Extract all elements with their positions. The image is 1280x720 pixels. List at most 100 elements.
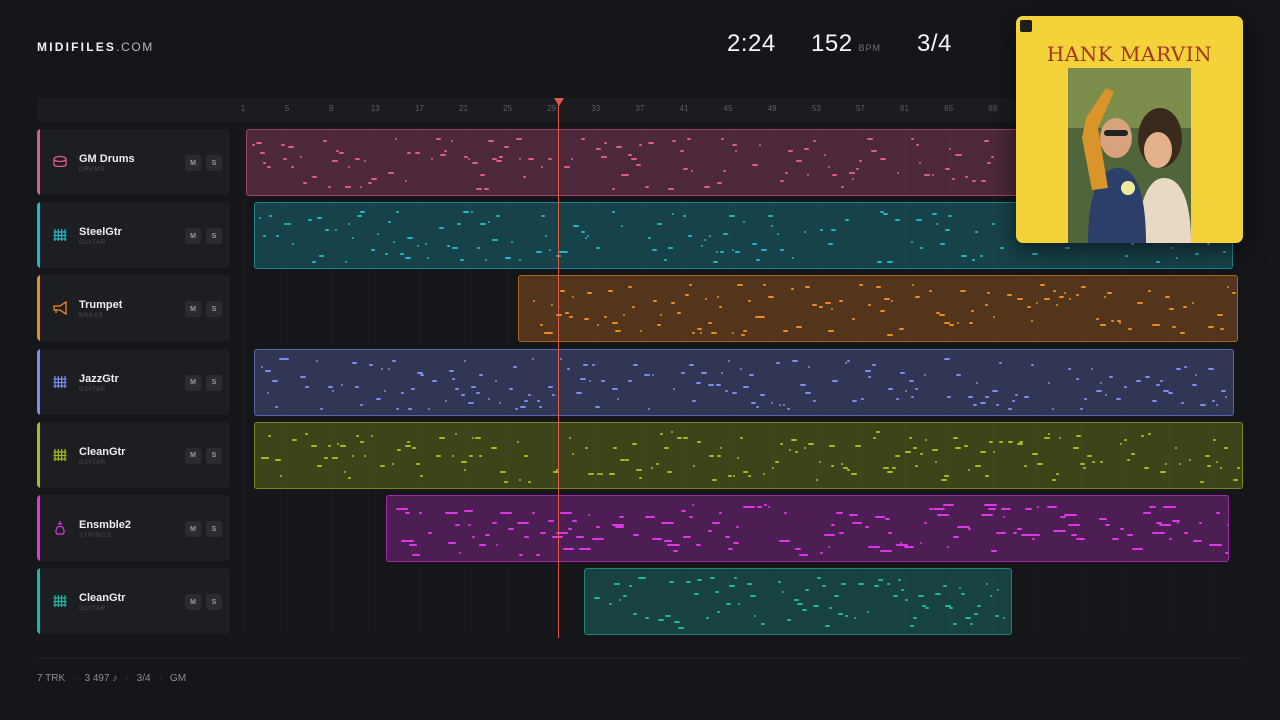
- midi-note: [1155, 383, 1160, 386]
- mute-button[interactable]: M: [185, 521, 201, 537]
- midi-note: [639, 476, 643, 479]
- solo-button[interactable]: S: [206, 301, 222, 318]
- midi-note: [332, 389, 335, 392]
- midi-note: [563, 251, 569, 254]
- midi-note: [460, 460, 467, 463]
- track-header[interactable]: CleanGtr GUITAR M S: [37, 568, 230, 635]
- record-label-logo: [1020, 20, 1032, 32]
- track-header[interactable]: Ensmble2 STRINGS M S: [37, 495, 230, 561]
- midi-note: [925, 607, 930, 610]
- midi-clip[interactable]: [518, 275, 1238, 343]
- track-header[interactable]: JazzGtr GUITAR M S: [37, 348, 230, 415]
- midi-note: [404, 512, 410, 514]
- midi-note: [1027, 306, 1031, 309]
- midi-note: [1035, 302, 1038, 305]
- mute-button[interactable]: M: [185, 301, 201, 318]
- track-header[interactable]: SteelGtr GUITAR M S: [37, 202, 230, 269]
- midi-note: [1175, 367, 1181, 370]
- midi-note: [495, 544, 498, 546]
- midi-note: [1168, 308, 1174, 311]
- midi-note: [495, 379, 498, 382]
- midi-note: [455, 432, 458, 435]
- midi-note: [736, 284, 743, 287]
- solo-button[interactable]: S: [206, 594, 222, 611]
- midi-note: [683, 536, 692, 538]
- midi-note: [479, 544, 487, 546]
- midi-note: [697, 579, 703, 582]
- midi-note: [404, 180, 407, 182]
- midi-note: [928, 290, 932, 293]
- tempo-display: 152 BPM: [811, 30, 881, 58]
- midi-note: [1160, 379, 1164, 382]
- midi-note: [708, 530, 713, 532]
- mute-button[interactable]: M: [185, 594, 201, 611]
- track-category: STRINGS: [79, 533, 112, 539]
- mute-button[interactable]: M: [185, 155, 201, 171]
- midi-note: [999, 361, 1003, 364]
- midi-clip[interactable]: [254, 421, 1243, 489]
- midi-note: [579, 548, 592, 550]
- solo-button[interactable]: S: [206, 228, 222, 245]
- midi-note: [304, 432, 308, 435]
- midi-note: [1135, 379, 1141, 382]
- mute-button[interactable]: M: [185, 374, 201, 391]
- track-header[interactable]: CleanGtr GUITAR M S: [37, 421, 230, 488]
- mute-button[interactable]: M: [185, 228, 201, 245]
- midi-note: [987, 292, 991, 295]
- midi-note: [740, 334, 745, 337]
- midi-note: [1068, 298, 1071, 301]
- midi-note: [980, 255, 983, 258]
- midi-note: [328, 444, 332, 447]
- midi-note: [1063, 292, 1066, 295]
- midi-note: [1048, 381, 1051, 384]
- playhead[interactable]: [558, 100, 559, 638]
- guitar-icon: [51, 226, 69, 244]
- midi-note: [416, 245, 419, 248]
- midi-note: [984, 304, 988, 307]
- midi-note: [580, 377, 587, 380]
- midi-note: [911, 138, 915, 140]
- midi-note: [964, 176, 968, 178]
- logo-brand: MIDIFILES: [37, 40, 117, 54]
- midi-note: [831, 464, 835, 467]
- midi-note: [833, 595, 839, 598]
- midi-clip[interactable]: [584, 568, 1012, 636]
- midi-note: [812, 304, 818, 307]
- midi-note: [548, 249, 551, 252]
- solo-button[interactable]: S: [206, 155, 222, 171]
- midi-note: [924, 438, 927, 441]
- midi-note: [588, 379, 591, 382]
- midi-note: [913, 617, 917, 620]
- midi-note: [587, 292, 593, 295]
- midi-note: [560, 512, 573, 514]
- midi-note: [471, 385, 477, 388]
- midi-note: [592, 363, 596, 366]
- solo-button[interactable]: S: [206, 521, 222, 537]
- midi-note: [920, 452, 924, 455]
- track-header[interactable]: GM Drums DRUMS M S: [37, 129, 230, 195]
- midi-note: [444, 512, 458, 514]
- midi-note: [847, 359, 851, 362]
- playhead-handle[interactable]: [554, 98, 564, 106]
- solo-button[interactable]: S: [206, 447, 222, 464]
- midi-note: [629, 585, 633, 588]
- mute-button[interactable]: M: [185, 447, 201, 464]
- midi-note: [519, 554, 524, 556]
- midi-note: [968, 322, 973, 325]
- midi-note: [692, 504, 695, 506]
- midi-note: [1204, 454, 1210, 457]
- solo-button[interactable]: S: [206, 374, 222, 391]
- midi-note: [1119, 528, 1124, 530]
- midi-note: [1100, 460, 1104, 463]
- midi-clip[interactable]: [254, 348, 1234, 416]
- midi-clip[interactable]: [386, 495, 1229, 562]
- midi-note: [380, 464, 386, 467]
- midi-note: [944, 229, 950, 232]
- midi-note: [678, 627, 685, 630]
- midi-note: [1052, 290, 1056, 293]
- midi-note: [752, 164, 759, 166]
- track-header[interactable]: Trumpet BRASS M S: [37, 275, 230, 342]
- midi-note: [1132, 548, 1144, 550]
- midi-note: [432, 379, 438, 382]
- site-logo[interactable]: MIDIFILES.COM: [37, 40, 154, 54]
